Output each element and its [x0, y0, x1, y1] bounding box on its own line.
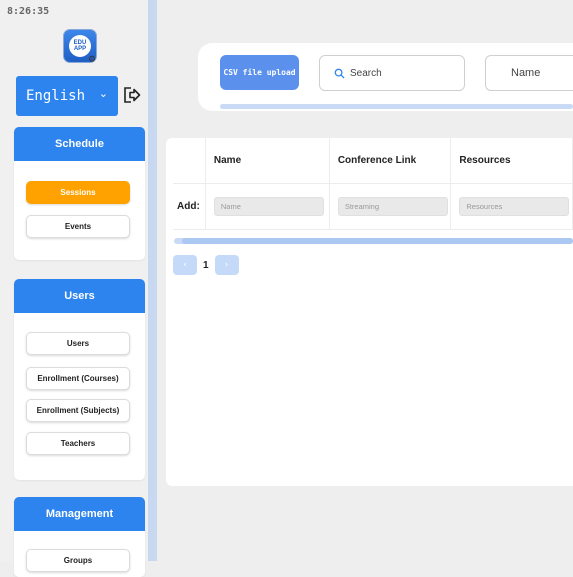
streaming-input[interactable]: Streaming [337, 197, 448, 216]
sidebar-item-enrollment-courses[interactable]: Enrollment (Courses) [26, 367, 130, 390]
column-conference-link: Conference Link [329, 138, 452, 184]
management-header: Management [14, 497, 145, 531]
filter-value: Name [511, 67, 541, 79]
table-scrollbar-thumb[interactable] [182, 238, 573, 244]
logo-badge: EDU APP [69, 35, 91, 57]
logo-text-line2: APP [73, 46, 87, 52]
language-select[interactable]: English ⌄ [16, 76, 118, 116]
search-input[interactable]: Search [319, 55, 465, 91]
column-name: Name [205, 138, 330, 184]
logout-icon[interactable] [122, 85, 142, 105]
add-resources-cell: Resources [450, 183, 573, 230]
management-card: Management Groups [14, 497, 145, 577]
sessions-table-card: Name Conference Link Resources Add: Name… [166, 138, 573, 486]
toolbar: CSV file upload Search Name [198, 43, 573, 111]
add-label: Add: [173, 183, 206, 230]
next-page-button[interactable]: › [214, 255, 239, 275]
pagination: ‹ 1 › [173, 255, 239, 275]
sidebar-item-users[interactable]: Users [26, 332, 130, 355]
schedule-card: Schedule Sessions Events [14, 127, 145, 260]
table-scrollbar[interactable] [174, 238, 573, 244]
schedule-header: Schedule [14, 127, 145, 161]
add-name-cell: Name [205, 183, 330, 230]
sidebar: 8:26:35 EDU APP ⚙ English ⌄ Schedule Ses… [0, 0, 157, 577]
sidebar-item-sessions[interactable]: Sessions [26, 181, 130, 204]
name-input[interactable]: Name [213, 197, 324, 216]
add-row: Add: Name Streaming Resources [173, 183, 573, 230]
current-page: 1 [203, 259, 209, 271]
search-icon [334, 68, 345, 79]
prev-page-button[interactable]: ‹ [173, 255, 197, 275]
add-streaming-cell: Streaming [329, 183, 452, 230]
users-card: Users Users Enrollment (Courses) Enrollm… [14, 279, 145, 480]
toolbar-scrollbar[interactable] [220, 104, 573, 109]
sidebar-item-events[interactable]: Events [26, 215, 130, 238]
users-header: Users [14, 279, 145, 313]
table-header-row: Name Conference Link Resources [173, 138, 573, 184]
resources-input[interactable]: Resources [459, 197, 570, 216]
sidebar-item-teachers[interactable]: Teachers [26, 432, 130, 455]
sessions-table: Name Conference Link Resources Add: Name… [173, 138, 573, 230]
column-resources: Resources [450, 138, 573, 184]
clock: 8:26:35 [7, 6, 50, 17]
table-header-blank [173, 138, 206, 184]
gear-icon: ⚙ [88, 55, 97, 65]
chevron-down-icon: ⌄ [98, 87, 108, 100]
language-value: English [26, 88, 86, 104]
search-placeholder: Search [350, 67, 382, 79]
filter-select[interactable]: Name [485, 55, 573, 91]
sidebar-item-enrollment-subjects[interactable]: Enrollment (Subjects) [26, 399, 130, 422]
csv-upload-button[interactable]: CSV file upload [220, 55, 299, 90]
